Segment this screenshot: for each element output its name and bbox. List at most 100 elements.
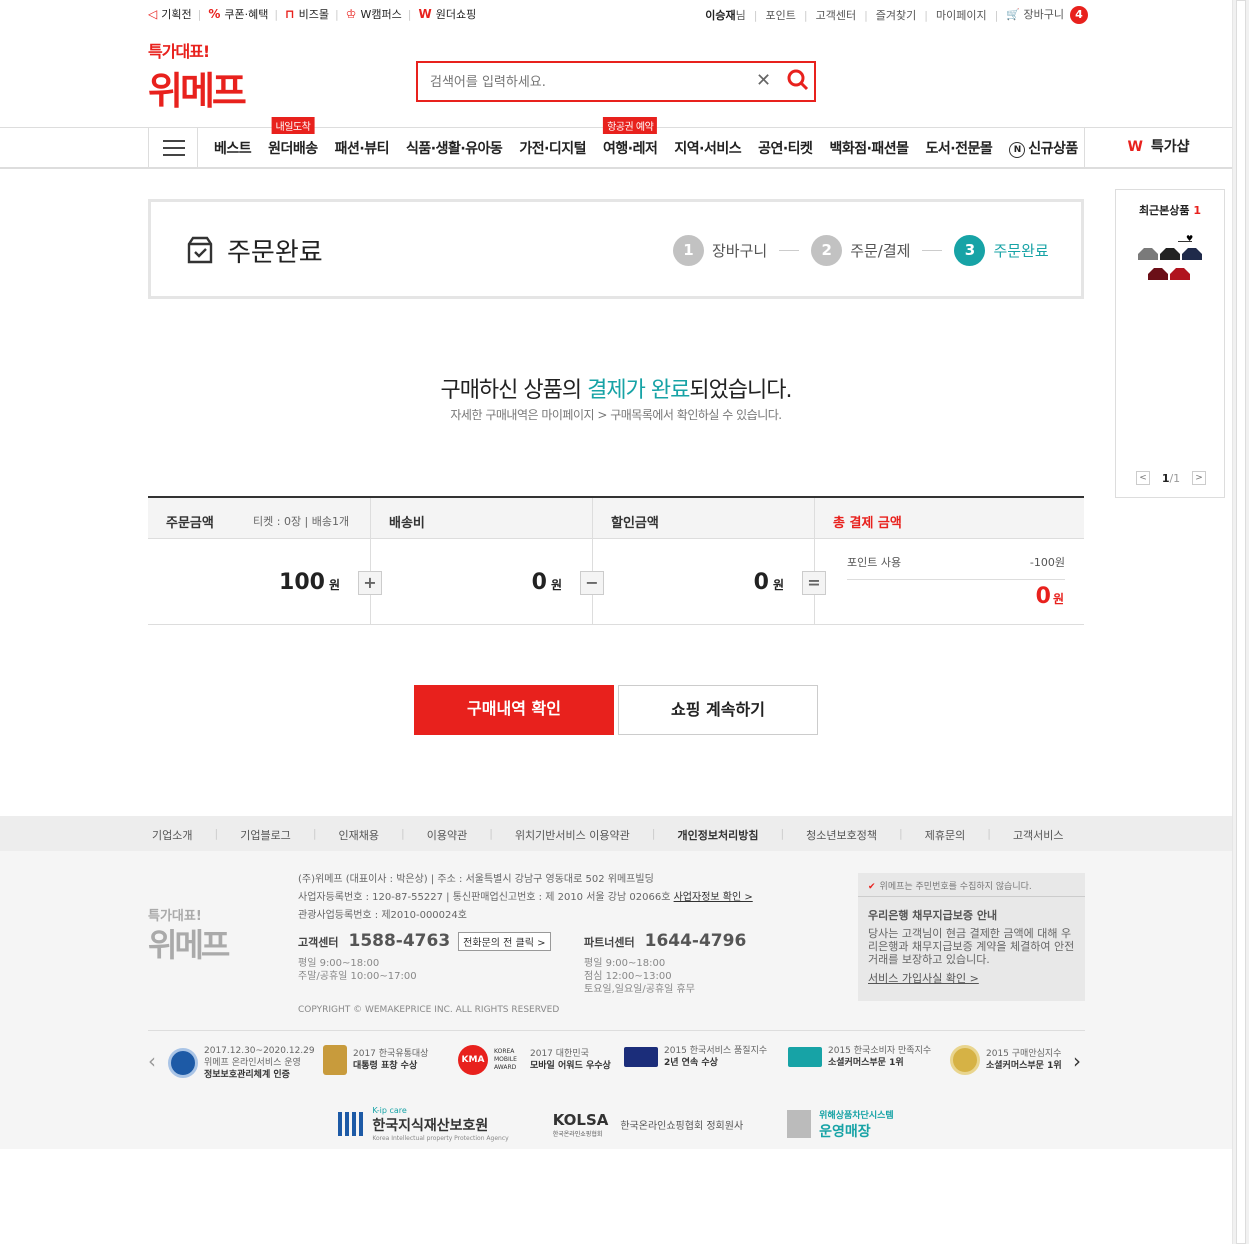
- safety-emblem-icon: [950, 1045, 980, 1075]
- category-nav: 베스트 내일도착 원더배송 패션·뷰티 식품·생활·유아동 가전·디지털 항공권 …: [0, 117, 1232, 169]
- award-item: 2017.12.30~2020.12.29 위메프 온라인서비스 운영 정보보호관리…: [168, 1045, 315, 1081]
- nav-ticket[interactable]: 공연·티켓: [758, 138, 813, 158]
- total-value: 0원: [1035, 584, 1064, 609]
- step-2-label: 주문/결제: [850, 242, 911, 260]
- discount-value: 0원: [753, 570, 784, 595]
- logo-brand: 위메프: [148, 69, 247, 113]
- plus-icon: +: [358, 571, 382, 595]
- clear-icon[interactable]: ✕: [756, 70, 771, 91]
- shipping-value: 0원: [531, 570, 562, 595]
- service-subscription-link[interactable]: 서비스 가입사실 확인 >: [868, 970, 1075, 986]
- step-2-number: 2: [811, 235, 843, 266]
- nav-digital[interactable]: 가전·디지털: [519, 138, 586, 158]
- order-amount-label: 주문금액: [166, 516, 214, 531]
- vertical-scrollbar[interactable]: [1232, 0, 1249, 1244]
- w-icon: W: [1127, 139, 1143, 155]
- top-links: ◁ 기획전 | % 쿠폰·혜택 | ⊓ 비즈몰 | ♔ W캠퍼스 | W 원더쇼핑: [148, 6, 477, 22]
- call-inquiry-button[interactable]: 전화문의 전 클릭 >: [458, 932, 551, 951]
- page-title: 주문완료: [227, 238, 323, 268]
- top-link-exhibition[interactable]: ◁ 기획전: [148, 6, 192, 22]
- badge-tomorrow: 내일도착: [271, 117, 315, 134]
- user-menu: 이승재님 | 포인트 | 고객센터 | 즐겨찾기 | 마이페이지 | 🛒 장바구니 4: [705, 6, 1088, 24]
- nav-local-service[interactable]: 지역·서비스: [674, 138, 741, 158]
- top-link-wcampus[interactable]: ♔ W캠퍼스: [346, 6, 402, 22]
- nav-food-living[interactable]: 식품·생활·유아동: [406, 138, 503, 158]
- step-3-number: 3: [954, 235, 986, 266]
- logo-slogan: 특가대표!: [148, 42, 210, 61]
- recent-product-thumbnail[interactable]: ♥: [1134, 232, 1208, 288]
- cart-link[interactable]: 🛒 장바구니 4: [1006, 6, 1088, 24]
- nav-fashion-beauty[interactable]: 패션·뷰티: [335, 138, 390, 158]
- order-amount-value: 100 원: [279, 570, 340, 595]
- top-link-wondershopping[interactable]: W 원더쇼핑: [418, 6, 476, 22]
- top-link-coupon[interactable]: % 쿠폰·혜택: [208, 6, 268, 22]
- blocking-system-icon: [787, 1110, 812, 1138]
- search-input[interactable]: [430, 72, 750, 92]
- search-box: ✕: [416, 61, 816, 102]
- menu-favorites[interactable]: 즐겨찾기: [876, 7, 916, 23]
- carousel-prev-icon[interactable]: ‹: [148, 1049, 156, 1073]
- scrollbar-thumb[interactable]: [1236, 0, 1246, 1244]
- check-icon: ✔: [868, 882, 876, 892]
- footer-link-location-terms[interactable]: 위치기반서비스 이용약관: [515, 827, 630, 843]
- new-icon: N: [1009, 142, 1026, 158]
- top-link-bizmall[interactable]: ⊓ 비즈몰: [285, 6, 329, 22]
- footer-link-customer-service[interactable]: 고객서비스: [1013, 827, 1064, 843]
- menu-point[interactable]: 포인트: [765, 7, 795, 23]
- next-arrow-icon[interactable]: >: [1192, 471, 1206, 485]
- recent-page-indicator: 1/1: [1161, 471, 1181, 485]
- shipping-column: 배송비 0원 −: [370, 498, 604, 625]
- carousel-next-icon[interactable]: ›: [1073, 1049, 1081, 1073]
- recent-pager: < 1/1 >: [1136, 471, 1206, 485]
- award-item: 2015 한국서비스 품질지수 2년 연속 수상: [624, 1045, 767, 1069]
- view-purchase-history-button[interactable]: 구매내역 확인: [414, 685, 614, 735]
- cart-count-badge: 4: [1070, 6, 1088, 24]
- nav-department[interactable]: 백화점·패션몰: [829, 138, 909, 158]
- total-label: 총 결제 금액: [833, 516, 902, 531]
- special-shop-link[interactable]: W 특가샵: [1084, 128, 1232, 167]
- equal-icon: =: [802, 571, 826, 595]
- footer-link-youth[interactable]: 청소년보호정책: [806, 827, 877, 843]
- footer-link-privacy[interactable]: 개인정보처리방침: [677, 827, 758, 843]
- menu-mypage[interactable]: 마이페이지: [936, 7, 987, 23]
- nav-new-products[interactable]: N 신규상품: [1009, 138, 1078, 158]
- nav-best[interactable]: 베스트: [214, 138, 252, 158]
- site-logo[interactable]: 특가대표! 위메프: [148, 38, 247, 115]
- nav-wonder-delivery[interactable]: 내일도착 원더배송: [268, 117, 318, 158]
- footer-link-careers[interactable]: 인재채용: [339, 827, 379, 843]
- badge-flight: 항공권 예약: [603, 117, 658, 134]
- hamburger-menu-icon[interactable]: [148, 128, 198, 167]
- nav-books[interactable]: 도서·전문몰: [926, 138, 993, 158]
- kolsa-logo: KOLSA 한국온라인쇼핑협회 한국온라인쇼핑협회 정회원사: [552, 1110, 744, 1138]
- search-icon[interactable]: [786, 68, 810, 98]
- step-1-label: 장바구니: [712, 242, 768, 260]
- footer-link-partnership[interactable]: 제휴문의: [925, 827, 965, 843]
- user-greeting[interactable]: 이승재님: [705, 7, 746, 23]
- menu-customer-center[interactable]: 고객센터: [816, 7, 856, 23]
- partner-center-info: 파트너센터 1644-4796 평일 9:00~18:00 점심 12:00~13:…: [584, 931, 747, 995]
- total-column: 총 결제 금액 포인트 사용 -100원 0원: [814, 498, 1084, 625]
- completion-submessage: 자세한 구매내역은 마이페이지 > 구매목록에서 확인하실 수 있습니다.: [450, 408, 782, 422]
- award-item: KMA KOREA MOBILE AWARD 2017 대한민국 모바일 어워드 우수…: [458, 1045, 611, 1075]
- nav-travel[interactable]: 항공권 예약 여행·레저: [603, 117, 658, 158]
- blocking-system-logo: 위해상품차단시스템 운영매장: [787, 1108, 894, 1141]
- award-item: 2017 한국유통대상 대통령 표창 수상: [323, 1045, 428, 1075]
- isms-emblem-icon: [168, 1048, 198, 1078]
- prev-arrow-icon[interactable]: <: [1136, 471, 1150, 485]
- order-amount-column: 주문금액 티켓 : 0장 | 배송1개 100 원 +: [148, 498, 382, 625]
- continue-shopping-button[interactable]: 쇼핑 계속하기: [618, 685, 818, 735]
- ksci-logo-icon: [788, 1047, 822, 1067]
- business-info-link[interactable]: 사업자정보 확인 >: [674, 892, 753, 903]
- footer-link-company[interactable]: 기업소개: [152, 827, 192, 843]
- footer-link-blog[interactable]: 기업블로그: [240, 827, 291, 843]
- bank-guarantee-notice: ✔ 위메프는 주민번호를 수집하지 않습니다. 우리은행 채무지급보증 안내 당사…: [858, 873, 1085, 1001]
- box-check-icon: [187, 236, 213, 264]
- campus-icon: ♔: [345, 7, 357, 21]
- completion-message: 구매하신 상품의 결제가 완료되었습니다.: [440, 378, 792, 403]
- megaphone-icon: ◁: [148, 7, 158, 21]
- step-3-label: 주문완료: [993, 242, 1049, 260]
- footer-link-terms[interactable]: 이용약관: [427, 827, 467, 843]
- payment-summary: 주문금액 티켓 : 0장 | 배송1개 100 원 + 배송비 0원 − 할인금액…: [148, 496, 1084, 625]
- shipping-label: 배송비: [389, 516, 425, 531]
- company-info: (주)위메프 (대표이사 : 박은상) | 주소 : 서울특별시 강남구 영동대…: [298, 874, 753, 921]
